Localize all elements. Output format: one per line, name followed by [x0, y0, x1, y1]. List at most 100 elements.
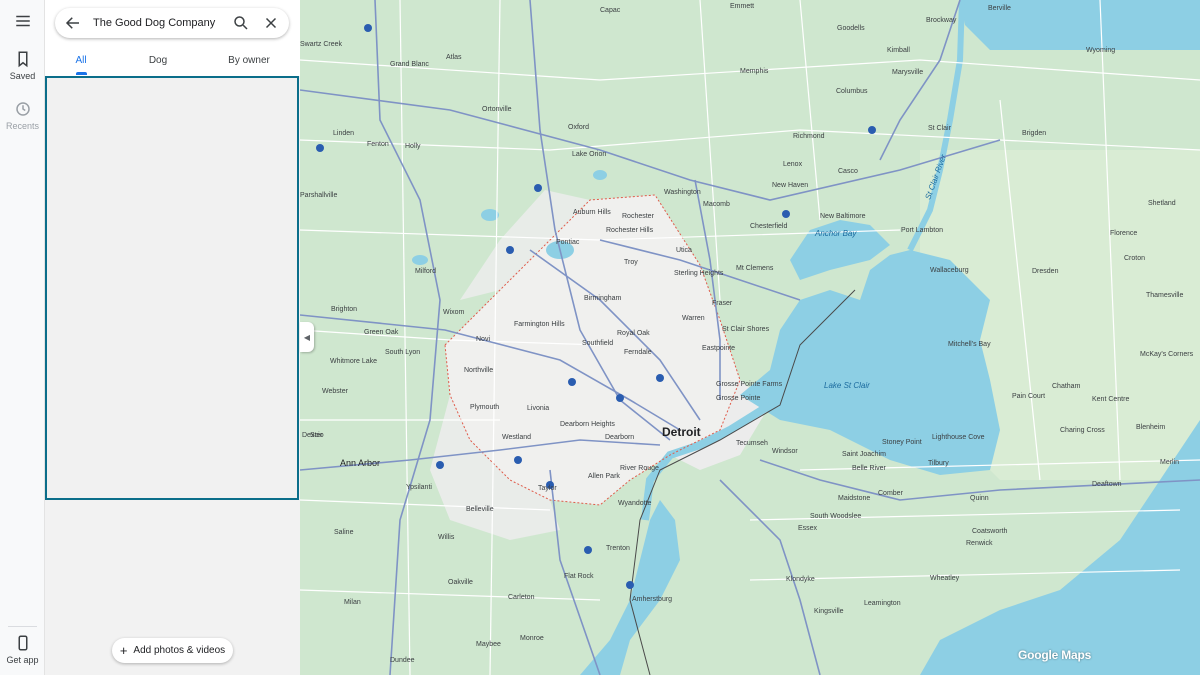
place-label: River Rouge — [620, 465, 659, 472]
add-photos-label: Add photos & videos — [133, 645, 226, 656]
chevron-left-icon: ◀ — [303, 332, 311, 342]
place-label: Flat Rock — [564, 573, 594, 580]
place-label: Carleton — [508, 594, 535, 601]
place-label: Milford — [415, 268, 436, 275]
tab-by-owner[interactable]: By owner — [221, 55, 277, 66]
place-label: Oxford — [568, 124, 589, 131]
place-label: Berville — [988, 5, 1011, 12]
place-label: Kimball — [887, 47, 910, 54]
place-label: Brighton — [331, 306, 357, 313]
place-label: Washington — [664, 189, 701, 196]
place-label: Willis — [438, 534, 455, 541]
place-label: Comber — [878, 490, 904, 497]
history-icon — [15, 102, 30, 116]
place-label: Brockway — [926, 17, 957, 24]
place-label: Allen Park — [588, 473, 620, 480]
place-label: Livonia — [527, 405, 549, 412]
place-label: Holly — [405, 143, 421, 150]
place-label: Richmond — [793, 133, 825, 140]
place-label: Mt Clemens — [736, 265, 774, 272]
rail-divider — [8, 626, 37, 627]
place-label: Scio — [310, 432, 324, 439]
place-label: Ypsilanti — [406, 484, 432, 491]
place-label: Amherstburg — [632, 596, 672, 603]
place-label: Utica — [676, 247, 692, 254]
tab-dog[interactable]: Dog — [141, 55, 175, 66]
recents-button[interactable]: Recents — [0, 100, 45, 131]
collapse-panel-button[interactable]: ◀ — [300, 322, 314, 352]
place-label: Webster — [322, 388, 349, 395]
place-label: Grosse Pointe Farms — [716, 381, 783, 388]
photo-viewer[interactable] — [45, 76, 299, 500]
place-label: Marysville — [892, 69, 923, 76]
bookmark-icon — [18, 51, 27, 68]
place-label: Deaftown — [1092, 481, 1122, 488]
small-lake — [593, 170, 607, 180]
place-label: Novi — [476, 336, 490, 343]
menu-button[interactable] — [0, 12, 45, 33]
place-label: Blenheim — [1136, 424, 1165, 431]
place-label: Southfield — [582, 340, 613, 347]
place-label-major: Detroit — [662, 425, 701, 439]
place-label: Dearborn Heights — [560, 421, 615, 428]
place-label: Maidstone — [838, 495, 870, 502]
place-label: Renwick — [966, 540, 993, 547]
place-label: McKay's Corners — [1140, 351, 1194, 358]
menu-icon — [15, 15, 30, 27]
close-icon[interactable] — [262, 14, 280, 32]
place-label: Eastpointe — [702, 345, 735, 352]
place-label: Oakville — [448, 579, 473, 586]
search-input[interactable] — [93, 14, 223, 32]
place-label: Merlin — [1160, 459, 1179, 466]
place-label: Stoney Point — [882, 439, 922, 446]
place-label: Fraser — [712, 300, 733, 307]
place-label: Milan — [344, 599, 361, 606]
place-label: Ferndale — [624, 349, 652, 356]
place-label: Maybee — [476, 641, 501, 648]
map-canvas[interactable]: Detroit Ann Arbor Auburn Hills Rochester… — [300, 0, 1200, 675]
place-label: Wheatley — [930, 575, 960, 582]
place-label: Grosse Pointe — [716, 395, 760, 402]
saved-button[interactable]: Saved — [0, 50, 45, 81]
place-label: Essex — [798, 525, 818, 532]
place-label: Rochester — [622, 213, 655, 220]
place-label: Trenton — [606, 545, 630, 552]
back-arrow-icon[interactable] — [64, 14, 82, 32]
place-label: Swartz Creek — [300, 41, 343, 48]
place-label: Dearborn — [605, 434, 634, 441]
place-label: Port Lambton — [901, 227, 943, 234]
place-label: Plymouth — [470, 404, 499, 411]
place-label: Belleville — [466, 506, 494, 513]
recents-label: Recents — [5, 121, 40, 131]
place-label: Thamesville — [1146, 292, 1183, 299]
place-label: Wixom — [443, 309, 465, 316]
place-label: Coatsworth — [972, 528, 1008, 535]
search-icon[interactable] — [232, 14, 250, 32]
place-label: Pain Court — [1012, 393, 1045, 400]
saved-label: Saved — [9, 71, 36, 81]
place-label: Fenton — [367, 141, 389, 148]
place-label: Charing Cross — [1060, 427, 1105, 434]
place-label: Linden — [333, 130, 354, 137]
place-label: New Baltimore — [820, 213, 866, 220]
place-label: New Haven — [772, 182, 808, 189]
add-photos-button[interactable]: + Add photos & videos — [112, 638, 233, 663]
place-label: Taylor — [538, 485, 557, 492]
place-label: Atlas — [446, 54, 462, 61]
place-label: Grand Blanc — [390, 61, 429, 68]
place-panel: All Dog By owner + Add photos & videos — [45, 0, 300, 675]
water-label: Lake St Clair — [824, 381, 870, 390]
place-label: Kent Centre — [1092, 396, 1129, 403]
place-label: Goodells — [837, 25, 865, 32]
place-label: Casco — [838, 168, 858, 175]
tab-all[interactable]: All — [65, 55, 97, 66]
place-label: Royal Oak — [617, 330, 650, 337]
place-label: Green Oak — [364, 329, 399, 336]
place-label: Dundee — [390, 657, 415, 664]
place-label: Wyoming — [1086, 47, 1115, 54]
get-app-button[interactable]: Get app — [0, 634, 45, 665]
place-label: Parshallville — [300, 192, 337, 199]
side-rail: Saved Recents Get app — [0, 0, 45, 675]
place-label: Brigden — [1022, 130, 1046, 137]
place-label: Croton — [1124, 255, 1145, 262]
